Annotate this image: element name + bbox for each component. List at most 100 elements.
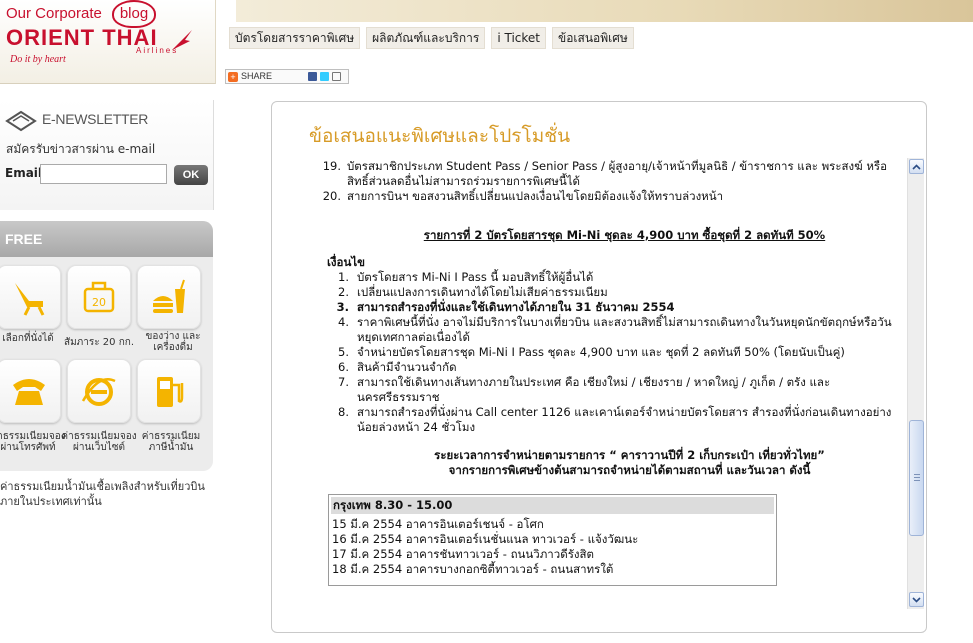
- free-title: FREE: [5, 231, 43, 247]
- food-drink-icon: [153, 279, 185, 313]
- list-item-number: 6.: [338, 360, 349, 374]
- promotion-scroll-area[interactable]: 19. บัตรสมาชิกประเภท Student Pass / Senio…: [313, 159, 906, 610]
- list-item-number: 4.: [338, 315, 349, 329]
- list-item: 3. สามารถสำรองที่นั่งและใช้เดินทางได้ภายใ…: [323, 300, 906, 315]
- sales-period-line-2: จากรายการพิเศษข้างต้นสามารถจำหน่ายได้ตาม…: [448, 463, 811, 477]
- list-item: 1. บัตรโดยสาร Mi-Ni I Pass นี้ มอบสิทธิ์ใ…: [323, 270, 906, 285]
- free-header: FREE: [0, 221, 213, 257]
- baggage-20kg-icon: 20: [83, 281, 115, 313]
- logo-brand-text: ORIENT THAI: [6, 25, 158, 50]
- list-item: 20. สายการบินฯ ขอสงวนสิทธิ์เปลี่ยนแปลงเงื…: [313, 189, 906, 204]
- email-label: Email: [5, 166, 43, 180]
- logo-corporate-text: Our Corporate: [6, 5, 102, 22]
- list-item-text: สามารถสำรองที่นั่งและใช้เดินทางได้ภายใน …: [357, 300, 675, 314]
- baggage-label: สัมภาระ 20 กก.: [63, 337, 134, 348]
- list-item-text: สามารถใช้เดินทางเส้นทางภายในประเทศ คือ เ…: [357, 375, 831, 404]
- list-item-text: สินค้ามีจำนวนจำกัด: [357, 360, 457, 374]
- terms-list: 19. บัตรสมาชิกประเภท Student Pass / Senio…: [313, 159, 906, 204]
- page-title: ข้อเสนอแนะพิเศษและโปรโมชั่น: [309, 125, 571, 147]
- promotion-panel: ข้อเสนอแนะพิเศษและโปรโมชั่น 19. บัตรสมาชิ…: [271, 101, 927, 633]
- fuel-label: ค่าธรรมเนียม ภาษีน้ำมัน: [141, 431, 201, 453]
- telephone-icon: [13, 379, 45, 405]
- share-button[interactable]: + SHARE: [225, 69, 349, 84]
- list-item-text: บัตรสมาชิกประเภท Student Pass / Senior P…: [347, 159, 888, 188]
- scroll-up-button[interactable]: [909, 159, 924, 174]
- list-item: 5. จำหน่ายบัตรโดยสารชุด Mi-Ni I Pass ชุดล…: [323, 345, 906, 360]
- list-item-text: เปลี่ยนแปลงการเดินทางได้โดยไม่เสียค่าธรร…: [357, 285, 608, 299]
- list-item-number: 2.: [338, 285, 349, 299]
- fuel-pump-icon: [157, 377, 184, 407]
- list-item: 6. สินค้ามีจำนวนจำกัด: [323, 360, 906, 375]
- scrollbar-thumb[interactable]: [909, 420, 924, 536]
- list-item: 19. บัตรสมาชิกประเภท Student Pass / Senio…: [313, 159, 906, 189]
- list-item-number: 3.: [336, 300, 349, 314]
- list-item: 4. ราคาพิเศษนี้ที่นั่ง อาจไม่มีบริการในบา…: [323, 315, 906, 345]
- fuel-note: ค่าธรรมเนียมน้ำมันเชื้อเพลิงสำหรับเที่ยว…: [0, 480, 205, 508]
- internet-icon: [81, 378, 116, 406]
- nav-tab-products-services[interactable]: ผลิตภัณฑ์และบริการ: [366, 27, 486, 49]
- share-label: SHARE: [241, 71, 273, 81]
- nav-tab-i-ticket[interactable]: i Ticket: [491, 27, 547, 49]
- bird-icon: [172, 30, 192, 50]
- list-item-number: 20.: [322, 189, 341, 203]
- list-item-text: ราคาพิเศษนี้ที่นั่ง อาจไม่มีบริการในบางเ…: [357, 315, 892, 344]
- scroll-down-button[interactable]: [909, 592, 924, 607]
- table-row: 16 มี.ค 2554 อาคารอินเตอร์เนชั่นแนล ทาวเ…: [332, 532, 639, 546]
- top-banner: [236, 0, 973, 22]
- table-row: 15 มี.ค 2554 อาคารอินเตอร์เชนจ์ - อโศก: [332, 517, 544, 531]
- plus-icon: +: [228, 71, 238, 82]
- grip-icon: [914, 474, 920, 481]
- snack-label: ของว่าง และเครื่องดื่ม: [145, 331, 201, 353]
- list-item-number: 7.: [338, 375, 349, 389]
- nav-tab-special-tickets[interactable]: บัตรโดยสารราคาพิเศษ: [229, 27, 361, 49]
- conditions-list: 1. บัตรโดยสาร Mi-Ni I Pass นี้ มอบสิทธิ์ใ…: [313, 270, 906, 435]
- seat-label: เลือกที่นั่งได้: [2, 333, 54, 344]
- seat-tile[interactable]: [0, 265, 61, 329]
- web-tile[interactable]: [67, 359, 131, 423]
- e-newsletter-subtitle: สมัครรับข่าวสารผ่าน e-mail: [6, 142, 156, 156]
- svg-text:20: 20: [92, 296, 106, 309]
- phone-tile[interactable]: [0, 359, 61, 423]
- list-item: 2. เปลี่ยนแปลงการเดินทางได้โดยไม่เสียค่าธ…: [323, 285, 906, 300]
- logo-blog-heart: blog: [112, 0, 156, 28]
- schedule-header: กรุงเทพ 8.30 - 15.00: [331, 497, 774, 514]
- logo-tagline: Do it by heart: [10, 54, 66, 65]
- phone-label: ค่าธรรมเนียมจอง ผ่านโทรศัพท์: [0, 431, 66, 453]
- list-item-text: สามารถสำรองที่นั่งผ่าน Call center 1126 …: [357, 405, 892, 434]
- sales-period-line-1: ระยะเวลาการจำหน่ายตามรายการ “ คาราวานปีท…: [434, 448, 825, 462]
- table-row: 17 มี.ค 2554 อาคารชันทาวเวอร์ - ถนนวิภาว…: [332, 547, 594, 561]
- chevron-up-icon: [912, 163, 921, 170]
- sales-period-text: ระยะเวลาการจำหน่ายตามรายการ “ คาราวานปีท…: [313, 448, 906, 478]
- conditions-title: เงื่อนไข: [327, 255, 365, 269]
- twitter-icon: [320, 72, 329, 81]
- fuel-tile[interactable]: [137, 359, 201, 423]
- orient-thai-logo[interactable]: Our Corporate blog ORIENT THAI Airlines …: [0, 0, 216, 84]
- list-item-number: 5.: [338, 345, 349, 359]
- nav-tab-special-offers[interactable]: ข้อเสนอพิเศษ: [552, 27, 634, 49]
- list-item-number: 8.: [338, 405, 349, 419]
- list-item-number: 1.: [338, 270, 349, 284]
- main-nav: บัตรโดยสารราคาพิเศษ ผลิตภัณฑ์และบริการ i…: [229, 27, 634, 49]
- web-label: ค่าธรรมเนียมจอง ผ่านเว็บไซต์: [61, 431, 137, 453]
- email-field[interactable]: [40, 164, 167, 184]
- promotion-item-2-title: รายการที่ 2 บัตรโดยสารชุด Mi-Ni ชุดละ 4,…: [423, 228, 826, 242]
- envelope-icon: [5, 110, 37, 132]
- snack-tile[interactable]: [137, 265, 201, 329]
- schedule-box[interactable]: กรุงเทพ 8.30 - 15.00 15 มี.ค 2554 อาคารอ…: [328, 494, 777, 586]
- list-item-number: 19.: [322, 159, 341, 173]
- email-icon: [332, 72, 341, 81]
- list-item-text: สายการบินฯ ขอสงวนสิทธิ์เปลี่ยนแปลงเงื่อน…: [347, 189, 724, 203]
- list-item: 8. สามารถสำรองที่นั่งผ่าน Call center 112…: [323, 405, 906, 435]
- list-item-text: บัตรโดยสาร Mi-Ni I Pass นี้ มอบสิทธิ์ให้…: [357, 270, 594, 284]
- facebook-icon: [308, 72, 317, 81]
- e-newsletter-box: E-NEWSLETTER สมัครรับข่าวสารผ่าน e-mail …: [0, 100, 214, 210]
- list-item-text: จำหน่ายบัตรโดยสารชุด Mi-Ni I Pass ชุดละ …: [357, 345, 845, 359]
- seat-icon: [15, 283, 45, 316]
- vertical-scrollbar[interactable]: [907, 158, 924, 609]
- baggage-tile[interactable]: 20: [67, 265, 131, 329]
- ok-button[interactable]: OK: [174, 165, 208, 185]
- e-newsletter-title: E-NEWSLETTER: [42, 111, 149, 127]
- free-services-box: FREE 20 เลือกที่นั่งได้ สัมภาระ 20 กก. ข…: [0, 221, 213, 471]
- list-item: 7. สามารถใช้เดินทางเส้นทางภายในประเทศ คือ…: [323, 375, 906, 405]
- table-row: 18 มี.ค 2554 อาคารบางกอกซิตี้ทาวเวอร์ - …: [332, 562, 614, 576]
